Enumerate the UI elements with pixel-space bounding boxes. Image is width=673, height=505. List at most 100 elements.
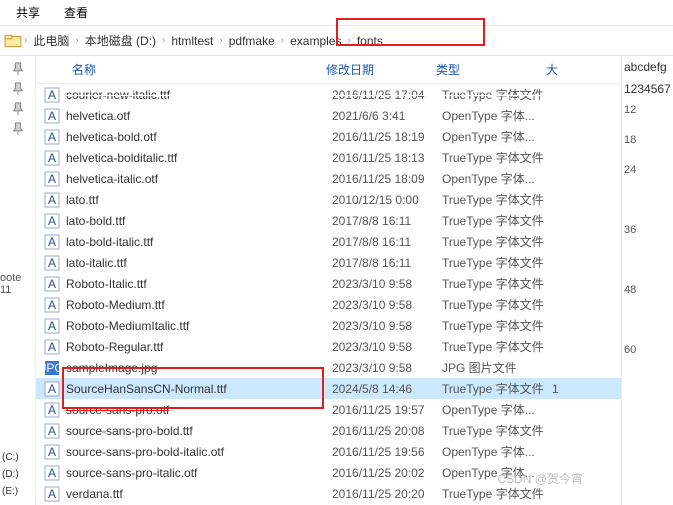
file-date: 2021/6/6 3:41 bbox=[332, 109, 442, 123]
font-file-icon: A bbox=[44, 297, 60, 313]
font-file-icon: A bbox=[44, 129, 60, 145]
pin-icon[interactable] bbox=[11, 122, 25, 136]
preview-size-sample: 36 bbox=[624, 224, 671, 254]
file-row[interactable]: Alato-italic.ttf2017/8/8 16:11TrueType 字… bbox=[36, 252, 621, 273]
svg-text:A: A bbox=[48, 235, 56, 249]
breadcrumb-item[interactable]: fonts bbox=[353, 26, 387, 55]
file-row[interactable]: ARoboto-MediumItalic.ttf2023/3/10 9:58Tr… bbox=[36, 315, 621, 336]
folder-icon[interactable] bbox=[4, 32, 22, 50]
file-row[interactable]: ARoboto-Regular.ttf2023/3/10 9:58TrueTyp… bbox=[36, 336, 621, 357]
file-date: 2023/3/10 9:58 bbox=[332, 298, 442, 312]
file-name: Roboto-Regular.ttf bbox=[66, 340, 332, 354]
svg-text:A: A bbox=[48, 487, 56, 501]
image-file-icon: JPG bbox=[44, 360, 60, 376]
svg-text:A: A bbox=[48, 340, 56, 354]
file-row[interactable]: Alato.ttf2010/12/15 0:00TrueType 字体文件 bbox=[36, 189, 621, 210]
file-row[interactable]: ARoboto-Medium.ttf2023/3/10 9:58TrueType… bbox=[36, 294, 621, 315]
svg-text:A: A bbox=[48, 319, 56, 333]
file-size: 1 bbox=[552, 382, 582, 396]
file-date: 2016/11/25 20:08 bbox=[332, 424, 442, 438]
file-row[interactable]: ARoboto-Italic.ttf2023/3/10 9:58TrueType… bbox=[36, 273, 621, 294]
file-name: SourceHanSansCN-Normal.ttf bbox=[66, 382, 332, 396]
file-row[interactable]: Ahelvetica-bold.otf2016/11/25 18:19OpenT… bbox=[36, 126, 621, 147]
breadcrumb-item[interactable]: 此电脑 bbox=[29, 26, 73, 55]
file-row[interactable]: Ahelvetica-italic.otf2016/11/25 18:09Ope… bbox=[36, 168, 621, 189]
file-row[interactable]: Alato-bold-italic.ttf2017/8/8 16:11TrueT… bbox=[36, 231, 621, 252]
menu-bar: 共享 查看 bbox=[0, 0, 673, 26]
preview-size-sample: 12 bbox=[624, 104, 671, 134]
font-file-icon: A bbox=[44, 213, 60, 229]
file-type: TrueType 字体文件 bbox=[442, 212, 552, 229]
file-date: 2023/3/10 9:58 bbox=[332, 361, 442, 375]
left-sidebar-note: oote 11 bbox=[0, 272, 35, 296]
font-file-icon: A bbox=[44, 234, 60, 250]
svg-text:A: A bbox=[48, 172, 56, 186]
font-file-icon: A bbox=[44, 255, 60, 271]
file-row[interactable]: Alato-bold.ttf2017/8/8 16:11TrueType 字体文… bbox=[36, 210, 621, 231]
file-row[interactable]: Asource-sans-pro-bold.ttf2016/11/25 20:0… bbox=[36, 420, 621, 441]
file-row[interactable]: Ahelvetica-bolditalic.ttf2016/11/25 18:1… bbox=[36, 147, 621, 168]
file-type: TrueType 字体文件 bbox=[442, 149, 552, 166]
svg-text:A: A bbox=[48, 445, 56, 459]
file-date: 2016/11/25 19:57 bbox=[332, 403, 442, 417]
breadcrumb-item[interactable]: 本地磁盘 (D:) bbox=[81, 26, 160, 55]
font-file-icon: A bbox=[44, 444, 60, 460]
file-row[interactable]: Acourier-new-italic.ttf2016/11/25 17:04T… bbox=[36, 84, 621, 105]
file-date: 2017/8/8 16:11 bbox=[332, 256, 442, 270]
svg-text:A: A bbox=[48, 130, 56, 144]
breadcrumb-item[interactable]: examples bbox=[286, 26, 345, 55]
menu-share[interactable]: 共享 bbox=[16, 4, 40, 21]
file-type: TrueType 字体文件 bbox=[442, 485, 552, 502]
drive-item[interactable]: (D:) bbox=[2, 469, 26, 480]
file-type: TrueType 字体文件 bbox=[442, 422, 552, 439]
svg-text:A: A bbox=[48, 256, 56, 270]
file-name: helvetica.otf bbox=[66, 109, 332, 123]
file-type: TrueType 字体文件 bbox=[442, 86, 552, 103]
file-date: 2016/11/25 20:02 bbox=[332, 466, 442, 480]
pin-icon[interactable] bbox=[11, 62, 25, 76]
pin-icon[interactable] bbox=[11, 82, 25, 96]
file-type: TrueType 字体文件 bbox=[442, 191, 552, 208]
svg-text:A: A bbox=[48, 382, 56, 396]
file-type: OpenType 字体... bbox=[442, 128, 552, 145]
font-file-icon: A bbox=[44, 402, 60, 418]
file-row[interactable]: Asource-sans-pro-bold-italic.otf2016/11/… bbox=[36, 441, 621, 462]
file-type: OpenType 字体... bbox=[442, 443, 552, 460]
file-row[interactable]: Asource-sans-pro.otf2016/11/25 19:57Open… bbox=[36, 399, 621, 420]
file-date: 2017/8/8 16:11 bbox=[332, 214, 442, 228]
chevron-right-icon bbox=[160, 35, 167, 46]
file-date: 2017/8/8 16:11 bbox=[332, 235, 442, 249]
quick-access-gutter: oote 11 bbox=[0, 56, 36, 505]
column-header-date[interactable]: 修改日期 bbox=[326, 61, 436, 78]
menu-view[interactable]: 查看 bbox=[64, 4, 88, 21]
file-name: source-sans-pro-bold-italic.otf bbox=[66, 445, 332, 459]
file-row[interactable]: Ahelvetica.otf2021/6/6 3:41OpenType 字体..… bbox=[36, 105, 621, 126]
file-row[interactable]: JPGsampleImage.jpg2023/3/10 9:58JPG 图片文件 bbox=[36, 357, 621, 378]
file-name: Roboto-Italic.ttf bbox=[66, 277, 332, 291]
svg-text:A: A bbox=[48, 424, 56, 438]
preview-size-sample: 18 bbox=[624, 134, 671, 164]
font-file-icon: A bbox=[44, 381, 60, 397]
drive-item[interactable]: (C:) bbox=[2, 452, 26, 463]
font-file-icon: A bbox=[44, 276, 60, 292]
file-row[interactable]: ASourceHanSansCN-Normal.ttf2024/5/8 14:4… bbox=[36, 378, 621, 399]
svg-text:A: A bbox=[48, 151, 56, 165]
file-date: 2016/11/25 18:13 bbox=[332, 151, 442, 165]
file-name: lato-bold-italic.ttf bbox=[66, 235, 332, 249]
column-header-size[interactable]: 大 bbox=[546, 61, 576, 78]
pin-icon[interactable] bbox=[11, 102, 25, 116]
drive-item[interactable]: (E:) bbox=[2, 486, 26, 497]
column-header-name[interactable]: 名称 bbox=[36, 61, 326, 78]
svg-text:A: A bbox=[48, 88, 56, 102]
preview-size-sample bbox=[624, 314, 671, 344]
svg-text:A: A bbox=[48, 298, 56, 312]
breadcrumb-item[interactable]: pdfmake bbox=[225, 26, 279, 55]
font-file-icon: A bbox=[44, 150, 60, 166]
preview-panel: abcdefg 1234567 121824364860 bbox=[621, 56, 673, 505]
font-file-icon: A bbox=[44, 192, 60, 208]
file-name: helvetica-bolditalic.ttf bbox=[66, 151, 332, 165]
column-header-type[interactable]: 类型 bbox=[436, 61, 546, 78]
file-type: TrueType 字体文件 bbox=[442, 254, 552, 271]
file-date: 2016/11/25 20:20 bbox=[332, 487, 442, 501]
breadcrumb-item[interactable]: htmltest bbox=[167, 26, 217, 55]
